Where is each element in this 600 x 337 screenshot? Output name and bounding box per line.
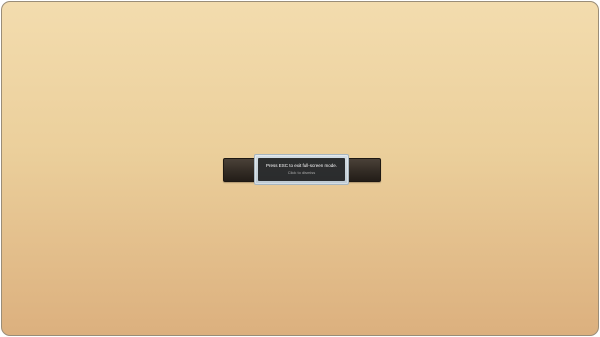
fullscreen-exit-message: Press ESC to exit full-screen mode.	[265, 163, 338, 168]
fullscreen-exit-subtext: Click to dismiss	[287, 170, 316, 175]
fullscreen-viewport: Return to normal Press ESC to exit full-…	[1, 1, 599, 336]
fullscreen-exit-notice[interactable]: Press ESC to exit full-screen mode. Clic…	[254, 154, 349, 185]
fullscreen-exit-notice-body: Press ESC to exit full-screen mode. Clic…	[258, 158, 345, 181]
